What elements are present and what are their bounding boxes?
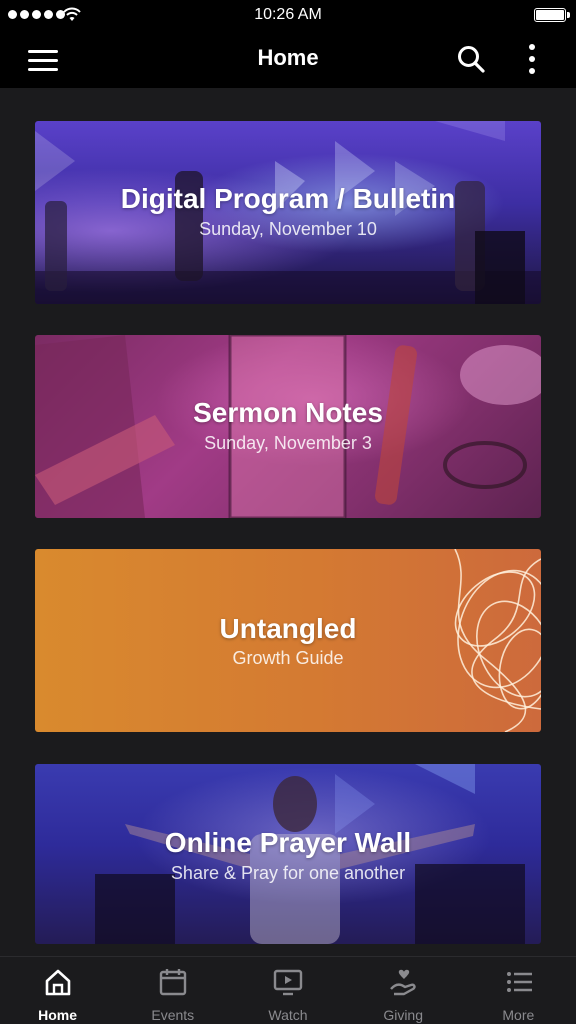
list-icon (506, 972, 532, 992)
card-title: Untangled (219, 613, 357, 644)
tab-bar: Home Events Watch Giving More (0, 956, 576, 1024)
play-screen-icon (274, 969, 303, 996)
tab-label: Watch (268, 1007, 308, 1023)
giving-hand-icon (389, 969, 416, 996)
battery-icon (534, 8, 570, 22)
card-subtitle: Share & Pray for one another (170, 863, 406, 883)
card-title: Digital Program / Bulletin (120, 183, 456, 214)
card-online-prayer-wall[interactable]: Online Prayer Wall Share & Pray for one … (35, 764, 541, 944)
tab-giving[interactable]: Giving (346, 957, 461, 1024)
card-sermon-notes[interactable]: Sermon Notes Sunday, November 3 (35, 335, 541, 518)
status-bar: 10:26 AM (0, 0, 576, 30)
home-feed: Digital Program / Bulletin Sunday, Novem… (0, 88, 576, 956)
status-time: 10:26 AM (254, 6, 322, 23)
tab-more[interactable]: More (461, 957, 576, 1024)
home-icon (45, 969, 71, 996)
nav-bar: Home (0, 30, 576, 88)
card-title: Online Prayer Wall (164, 827, 412, 858)
card-title: Sermon Notes (193, 397, 383, 428)
card-subtitle: Sunday, November 10 (199, 219, 377, 239)
calendar-icon (159, 969, 187, 996)
tab-label: Events (151, 1007, 195, 1023)
search-icon[interactable] (456, 44, 486, 74)
tab-label: Giving (383, 1007, 423, 1023)
card-digital-program[interactable]: Digital Program / Bulletin Sunday, Novem… (35, 121, 541, 304)
tab-watch[interactable]: Watch (230, 957, 345, 1024)
card-subtitle: Growth Guide (232, 648, 344, 668)
page-title: Home (257, 45, 319, 70)
tab-home[interactable]: Home (0, 957, 115, 1024)
card-untangled[interactable]: Untangled Growth Guide (35, 549, 541, 732)
tab-label: Home (38, 1007, 78, 1023)
more-options-icon[interactable] (522, 42, 542, 76)
card-subtitle: Sunday, November 3 (204, 433, 372, 453)
tab-events[interactable]: Events (115, 957, 230, 1024)
tab-label: More (502, 1007, 535, 1023)
